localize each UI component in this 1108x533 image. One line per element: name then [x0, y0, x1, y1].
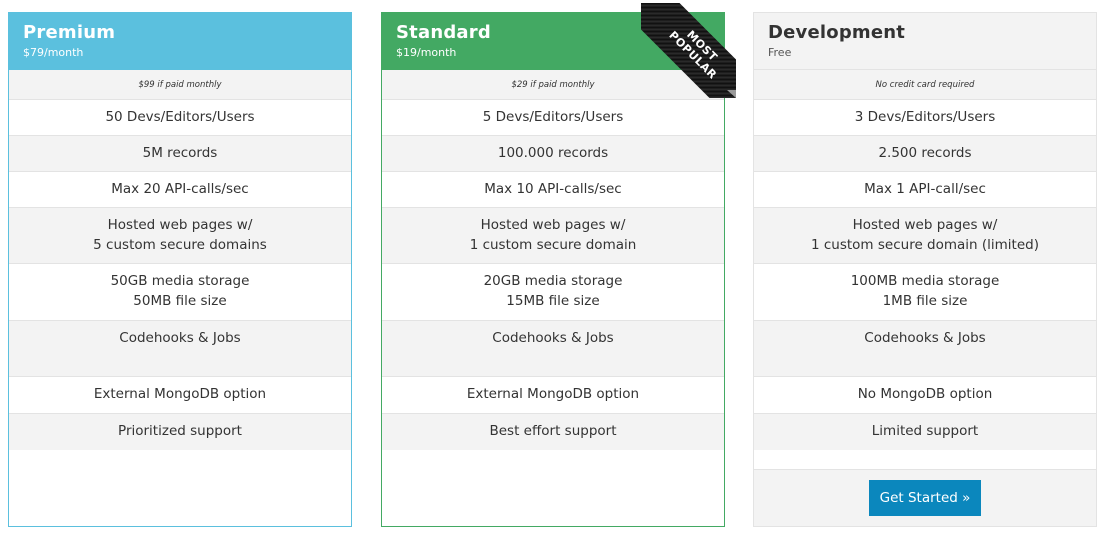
feature-records: 5M records [9, 136, 351, 172]
feature-users: 50 Devs/Editors/Users [9, 100, 351, 136]
feature-mongodb: External MongoDB option [9, 377, 351, 414]
feature-text: No MongoDB option [857, 386, 993, 402]
feature-text: Prioritized support [118, 423, 242, 439]
feature-api-calls: Max 20 API-calls/sec [9, 172, 351, 208]
feature-records: 100.000 records [382, 136, 724, 172]
feature-codehooks: Codehooks & Jobs [754, 321, 1096, 377]
feature-text: External MongoDB option [93, 386, 267, 402]
feature-records: 2.500 records [754, 136, 1096, 172]
feature-support: Prioritized support [9, 414, 351, 450]
feature-text: 3 Devs/Editors/Users [854, 109, 996, 125]
plan-price: Free [768, 46, 792, 59]
feature-codehooks: Codehooks & Jobs [9, 321, 351, 377]
feature-text: 5 Devs/Editors/Users [482, 109, 624, 125]
feature-text: 5M records [142, 145, 218, 161]
feature-text: 50GB media storage 50MB file size [110, 273, 250, 309]
feature-text: Codehooks & Jobs [119, 330, 241, 346]
feature-text: Codehooks & Jobs [864, 330, 986, 346]
plan-card-premium: Premium $79/month $99 if paid monthly 50… [8, 12, 352, 527]
feature-support: Best effort support [382, 414, 724, 450]
feature-users: 3 Devs/Editors/Users [754, 100, 1096, 136]
feature-media-storage: 50GB media storage 50MB file size [9, 264, 351, 321]
plan-header: Development Free [754, 13, 1096, 70]
feature-text: 100.000 records [497, 145, 609, 161]
feature-hosted-pages: Hosted web pages w/ 1 custom secure doma… [382, 208, 724, 264]
feature-text: Max 10 API-calls/sec [484, 181, 622, 197]
feature-media-storage: 100MB media storage 1MB file size [754, 264, 1096, 321]
feature-hosted-pages: Hosted web pages w/ 1 custom secure doma… [754, 208, 1096, 264]
feature-mongodb: External MongoDB option [382, 377, 724, 414]
feature-codehooks: Codehooks & Jobs [382, 321, 724, 377]
feature-text: Hosted web pages w/ 1 custom secure doma… [469, 217, 637, 253]
feature-text: 50 Devs/Editors/Users [105, 109, 255, 125]
plan-name: Premium [23, 22, 116, 43]
feature-text: 20GB media storage 15MB file size [483, 273, 623, 309]
feature-text: Limited support [871, 423, 979, 439]
feature-text: Hosted web pages w/ 5 custom secure doma… [93, 217, 267, 253]
feature-text: Codehooks & Jobs [492, 330, 614, 346]
cta-area: Get Started » [754, 469, 1096, 526]
feature-text: Hosted web pages w/ 1 custom secure doma… [810, 217, 1039, 253]
feature-api-calls: Max 10 API-calls/sec [382, 172, 724, 208]
feature-users: 5 Devs/Editors/Users [382, 100, 724, 136]
get-started-button[interactable]: Get Started » [869, 480, 981, 516]
plan-card-development: Development Free No credit card required… [753, 12, 1097, 527]
feature-api-calls: Max 1 API-call/sec [754, 172, 1096, 208]
most-popular-ribbon: MOST POPULAR [641, 3, 736, 98]
plan-name: Development [768, 22, 906, 43]
feature-media-storage: 20GB media storage 15MB file size [382, 264, 724, 321]
plan-price: $79/month [23, 46, 84, 59]
most-popular-badge: MOST POPULAR [641, 3, 736, 98]
feature-text: Best effort support [489, 423, 617, 439]
badge-line-2: POPULAR [666, 28, 720, 82]
feature-hosted-pages: Hosted web pages w/ 5 custom secure doma… [9, 208, 351, 264]
feature-text: External MongoDB option [466, 386, 640, 402]
feature-support: Limited support [754, 414, 1096, 450]
plan-header: Premium $79/month [9, 13, 351, 70]
plan-note: No credit card required [754, 70, 1096, 100]
feature-text: 100MB media storage 1MB file size [850, 273, 1000, 309]
plan-note: $99 if paid monthly [9, 70, 351, 100]
feature-text: 2.500 records [878, 145, 972, 161]
feature-mongodb: No MongoDB option [754, 377, 1096, 414]
feature-text: Max 1 API-call/sec [864, 181, 986, 197]
feature-text: Max 20 API-calls/sec [111, 181, 249, 197]
